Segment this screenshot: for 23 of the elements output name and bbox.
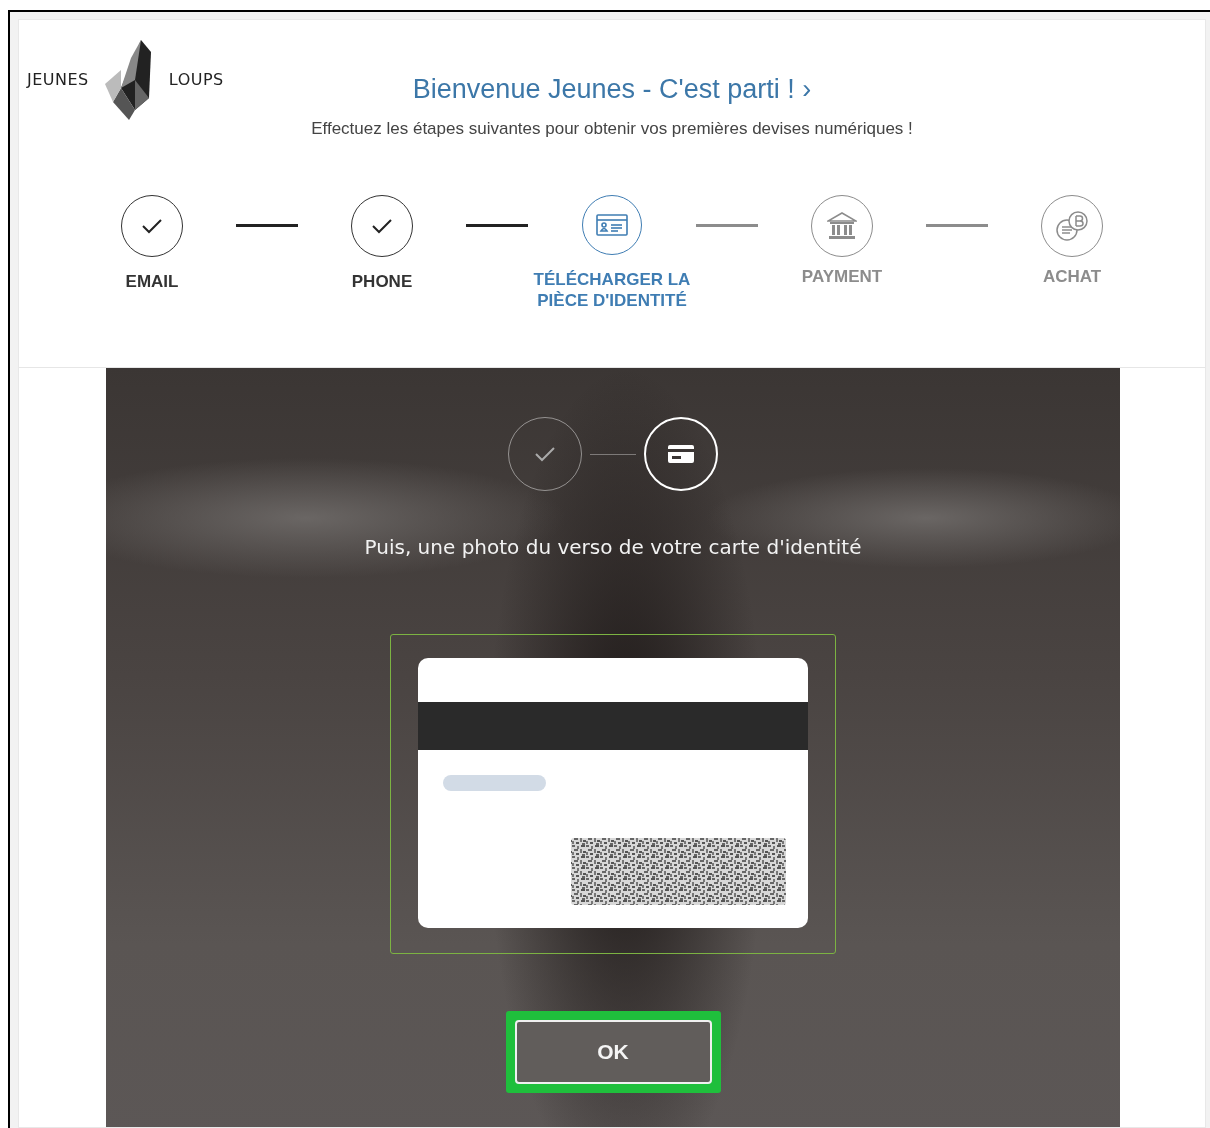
step-label: EMAIL <box>124 271 180 292</box>
card-icon <box>668 445 694 463</box>
step-label: PHONE <box>350 271 414 292</box>
check-icon <box>534 446 556 462</box>
check-icon <box>141 218 163 234</box>
page-title: Bienvenue Jeunes - C'est parti ! › <box>412 74 812 105</box>
ok-button[interactable]: OK <box>514 1020 712 1084</box>
coins-icon <box>1055 210 1089 242</box>
step-label: TÉLÉCHARGER LA PIÈCE D'IDENTITÉ <box>532 269 692 311</box>
step-label: PAYMENT <box>800 266 884 287</box>
bank-icon <box>827 212 857 240</box>
connector-line <box>696 223 758 227</box>
subtitle-text: Effectuez les étapes suivantes pour obtenir vos premières devises numériques ! <box>311 119 913 139</box>
connector-line <box>236 223 298 227</box>
check-icon <box>371 218 393 234</box>
id-card-icon <box>596 214 628 236</box>
step-label: ACHAT <box>1041 266 1103 287</box>
connector-line <box>926 223 988 227</box>
instruction-text: Puis, une photo du verso de votre carte d'identité <box>364 535 862 559</box>
logo-text: LOUPS <box>168 70 224 89</box>
connector-line <box>466 223 528 227</box>
logo-text: JEUNES <box>27 70 89 89</box>
connector-line <box>590 453 636 455</box>
